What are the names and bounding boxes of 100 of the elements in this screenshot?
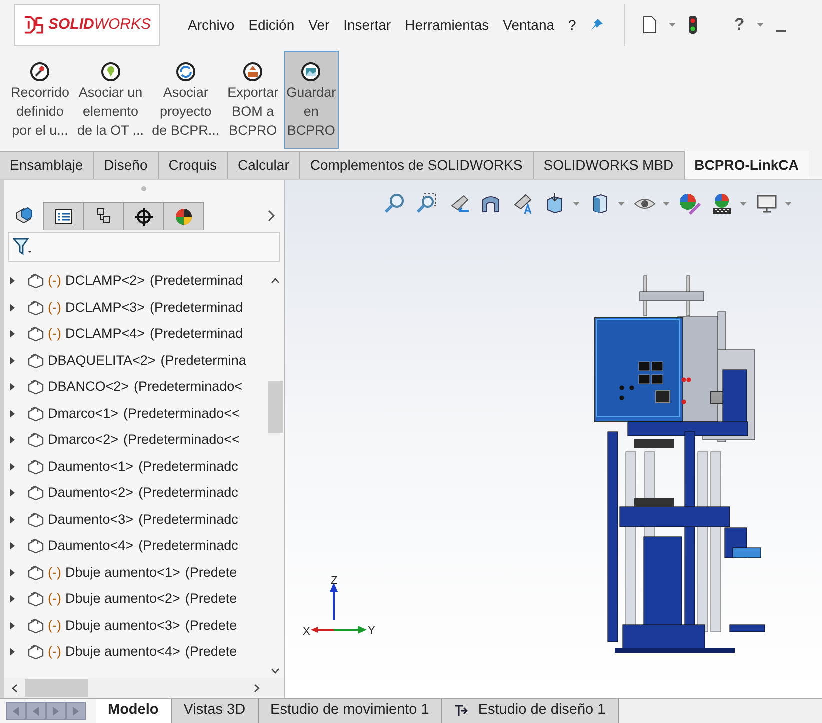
menu-item[interactable]: Ver <box>308 14 330 36</box>
tree-item[interactable]: Daumento<1> (Predeterminadc <box>4 454 267 480</box>
triangle-left-icon <box>12 706 20 716</box>
expand-arrow-icon[interactable] <box>10 542 15 550</box>
scroll-right-icon[interactable] <box>254 684 260 692</box>
ribbon-tab[interactable]: Croquis <box>158 151 228 179</box>
tree-item[interactable]: Dmarco<2> (Predeterminado<< <box>4 427 267 454</box>
expand-arrow-icon[interactable] <box>10 489 15 498</box>
traffic-light-icon[interactable] <box>688 15 698 35</box>
dropdown-arrow-icon[interactable] <box>740 202 747 206</box>
suppressed-marker: (-) <box>48 564 62 582</box>
tree-item[interactable]: (-) Dbuje aumento<2> (Predete <box>4 586 267 612</box>
ribbon-button[interactable]: Recorrido definido por el u... <box>8 51 73 149</box>
ribbon-button[interactable]: Guardar en BCPRO <box>284 51 340 149</box>
part-icon <box>27 485 45 502</box>
part-icon <box>27 564 45 581</box>
component-name: Daumento<4> <box>48 537 134 556</box>
component-name: DCLAMP<3> <box>66 298 146 317</box>
new-document-icon[interactable] <box>643 16 658 34</box>
menu-item[interactable]: Insertar <box>344 14 392 36</box>
expand-arrow-icon[interactable] <box>10 462 15 471</box>
dropdown-arrow-icon[interactable] <box>618 202 625 206</box>
tree-item[interactable]: (-) DCLAMP<3> (Predeterminad <box>4 294 267 321</box>
configuration-name: (Predeterminado<< <box>124 431 240 450</box>
dropdown-arrow-icon[interactable] <box>663 202 670 206</box>
component-name: Daumento<2> <box>48 484 134 502</box>
part-icon <box>27 644 45 660</box>
ribbon-tab[interactable]: Diseño <box>94 151 159 179</box>
ribbon-tab[interactable]: Ensamblaje <box>0 151 94 179</box>
scrollbar-thumb[interactable] <box>25 679 88 697</box>
configuration-name: (Predeterminad <box>150 325 244 344</box>
expand-arrow-icon[interactable] <box>10 277 15 286</box>
expand-arrow-icon[interactable] <box>10 304 15 312</box>
component-name: Daumento<1> <box>48 458 134 476</box>
ribbon-button[interactable]: Asociar un elemento de la OT ... <box>74 51 148 149</box>
expand-arrow-icon[interactable] <box>10 568 15 577</box>
minimize-icon[interactable] <box>776 30 786 32</box>
menu-item[interactable]: Archivo <box>188 14 235 36</box>
menu-item[interactable]: ? <box>568 14 576 36</box>
component-name: Dbuje aumento<2> <box>66 590 180 608</box>
tree-item[interactable]: (-) DCLAMP<4> (Predeterminad <box>4 321 267 348</box>
menu-item[interactable]: Herramientas <box>405 14 490 36</box>
ribbon-tab[interactable]: SOLIDWORKS MBD <box>534 151 685 179</box>
expand-arrow-icon[interactable] <box>10 410 15 418</box>
ribbon-tab[interactable]: Calcular <box>228 151 300 179</box>
tree-item[interactable]: DBAQUELITA<2> (Predetermina <box>4 348 267 374</box>
tree-item[interactable]: (-) DCLAMP<2> (Predeterminad <box>4 268 267 294</box>
ribbon-tab[interactable]: Complementos de SOLIDWORKS <box>300 151 534 179</box>
scroll-up-icon[interactable] <box>271 278 280 284</box>
part-icon <box>27 326 45 342</box>
dropdown-arrow-icon[interactable] <box>756 23 764 27</box>
panel-tab[interactable] <box>44 202 84 230</box>
study-tab[interactable]: Estudio de diseño 1 <box>442 699 619 723</box>
chevron-right-icon[interactable] <box>268 210 276 222</box>
study-tab[interactable]: Vistas 3D <box>172 699 259 723</box>
study-tab[interactable]: Estudio de movimiento 1 <box>258 699 442 723</box>
menu-item[interactable]: Edición <box>248 14 295 36</box>
horizontal-scrollbar[interactable] <box>4 678 284 698</box>
help-button[interactable]: ? <box>734 12 745 38</box>
part-icon <box>27 618 45 634</box>
expand-arrow-icon[interactable] <box>10 383 15 392</box>
panel-tab[interactable] <box>164 202 204 230</box>
tree-item[interactable]: Daumento<3> (Predeterminadc <box>4 506 267 533</box>
panel-tab[interactable] <box>84 202 124 230</box>
tree-item[interactable]: (-) Dbuje aumento<3> (Predete <box>4 612 267 639</box>
panel-tab[interactable] <box>124 202 164 230</box>
expand-arrow-icon[interactable] <box>10 595 15 604</box>
study-tab[interactable]: Modelo <box>96 699 172 723</box>
expand-arrow-icon[interactable] <box>10 622 15 630</box>
configuration-name: (Predeterminad <box>150 298 244 317</box>
export-icon <box>243 62 264 82</box>
tree-item[interactable]: Daumento<4> (Predeterminadc <box>4 533 267 560</box>
splitter-handle-icon[interactable] <box>141 186 147 192</box>
ribbon-button[interactable]: Exportar BOM a BCPRO <box>224 51 282 149</box>
ribbon-tab[interactable]: BCPRO-LinkCA <box>684 151 809 179</box>
expand-arrow-icon[interactable] <box>10 648 15 656</box>
configuration-name: (Predete <box>185 643 238 662</box>
color-wheel-icon <box>174 206 194 226</box>
expand-arrow-icon[interactable] <box>10 436 15 444</box>
scrollbar-thumb[interactable] <box>268 381 283 433</box>
pin-icon[interactable] <box>590 18 604 32</box>
scroll-down-icon[interactable] <box>271 668 280 674</box>
dropdown-arrow-icon[interactable] <box>785 202 792 206</box>
ribbon-button[interactable]: Asociar proyecto de BCPR... <box>149 51 223 149</box>
tree-item[interactable]: DBANCO<2> (Predeterminado< <box>4 374 267 400</box>
tree-item[interactable]: (-) Dbuje aumento<4> (Predete <box>4 639 267 666</box>
expand-arrow-icon[interactable] <box>10 516 15 524</box>
menu-item[interactable]: Ventana <box>503 14 555 36</box>
scroll-left-icon[interactable] <box>12 684 18 692</box>
configuration-name: (Predeterminad <box>150 272 244 290</box>
dropdown-arrow-icon[interactable] <box>573 202 580 206</box>
expand-arrow-icon[interactable] <box>10 330 15 338</box>
expand-arrow-icon[interactable] <box>10 356 15 365</box>
route-icon <box>30 62 50 82</box>
scene-icon[interactable] <box>710 192 734 216</box>
tree-item[interactable]: Dmarco<1> (Predeterminado<< <box>4 400 267 427</box>
dropdown-arrow-icon[interactable] <box>669 23 676 27</box>
part-icon <box>27 406 45 422</box>
tree-item[interactable]: Daumento<2> (Predeterminadc <box>4 480 267 506</box>
tree-item[interactable]: (-) Dbuje aumento<1> (Predete <box>4 560 267 586</box>
